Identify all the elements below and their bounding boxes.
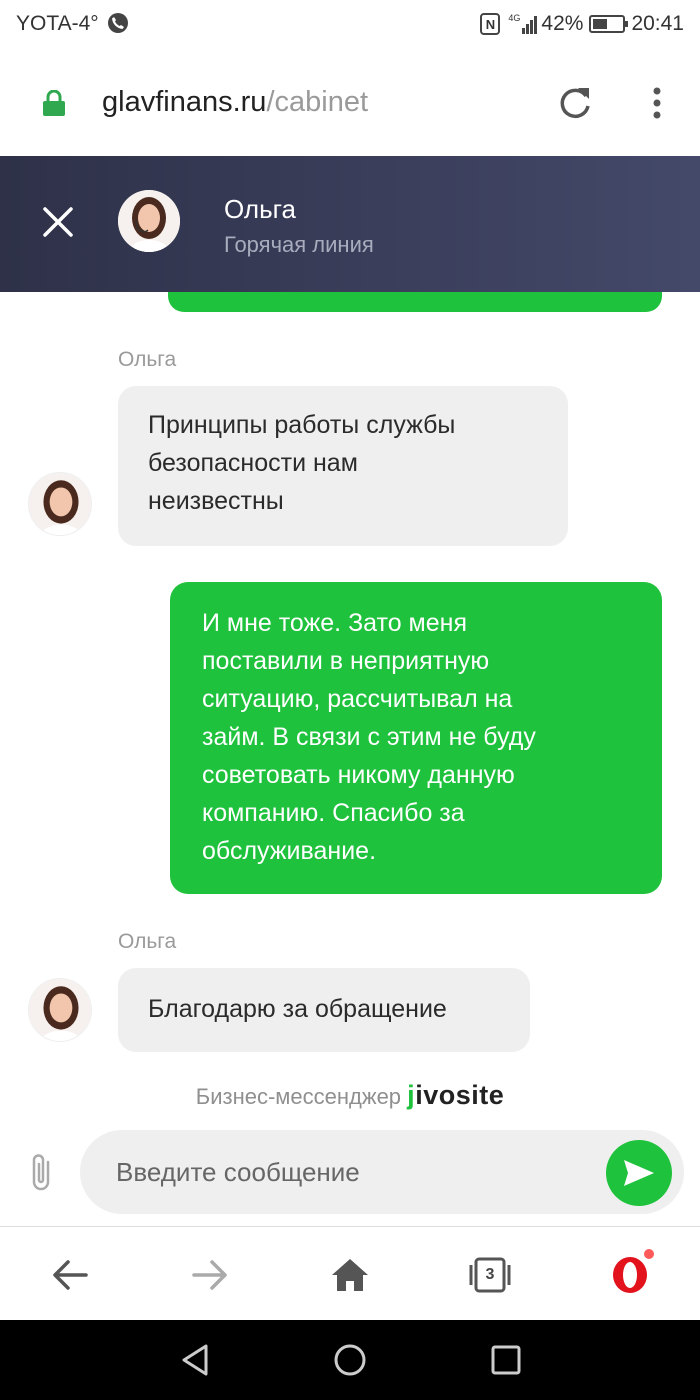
send-button[interactable] xyxy=(606,1140,672,1206)
browser-bottom-nav: 3 xyxy=(0,1226,700,1320)
incoming-message: Принципы работы службы безопасности нам … xyxy=(118,386,568,546)
message-sender: Ольга xyxy=(118,348,177,371)
message-line: обслуживание. xyxy=(202,837,377,865)
message-sender: Ольга xyxy=(118,930,177,953)
status-indicators: N 4G 42% 20:41 xyxy=(480,12,684,36)
send-icon xyxy=(624,1160,654,1186)
close-icon[interactable] xyxy=(40,204,76,240)
battery-icon xyxy=(589,15,629,33)
battery-percent: 42% xyxy=(541,12,584,35)
messenger-branding[interactable]: Бизнес-мессенджер jivosite xyxy=(0,1080,700,1111)
home-icon xyxy=(332,1259,368,1291)
agent-avatar xyxy=(28,978,92,1042)
url-path: /cabinet xyxy=(266,86,369,118)
tabs-button[interactable]: 3 xyxy=(468,1253,512,1297)
back-button[interactable] xyxy=(48,1253,92,1297)
agent-avatar xyxy=(118,190,180,252)
incoming-message: Благодарю за обращение xyxy=(118,968,530,1052)
clock: 20:41 xyxy=(631,12,684,35)
agent-name: Ольга xyxy=(224,194,297,224)
jivosite-logo: jivosite xyxy=(407,1080,504,1110)
message-input[interactable] xyxy=(80,1130,684,1214)
reload-icon[interactable] xyxy=(556,84,594,122)
message-composer xyxy=(0,1128,700,1226)
tabs-count: 3 xyxy=(485,1266,495,1283)
chat-messages: Ольга Принципы работы службы безопасност… xyxy=(0,292,700,1128)
message-line: займ. В связи с этим не буду xyxy=(202,723,536,751)
status-bar: YOTA-4° N 4G 42% 20:41 xyxy=(0,0,700,50)
nfc-icon: N xyxy=(480,13,501,35)
more-menu-icon[interactable] xyxy=(648,84,666,122)
agent-avatar xyxy=(28,472,92,536)
message-line: И мне тоже. Зато меня xyxy=(202,609,467,637)
carrier-name: YOTA-4° xyxy=(16,12,99,35)
opera-logo-icon xyxy=(613,1257,647,1293)
phone-call-icon xyxy=(108,13,128,33)
home-button[interactable] xyxy=(328,1253,372,1297)
browser-address-bar: glavfinans.ru/cabinet xyxy=(0,50,700,156)
message-line: советовать никому данную xyxy=(202,761,515,789)
notification-dot xyxy=(644,1249,654,1259)
signal-icon: 4G xyxy=(508,13,538,34)
network-type: 4G xyxy=(508,13,521,23)
message-line: Благодарю за обращение xyxy=(148,995,447,1023)
url-field[interactable]: glavfinans.ru/cabinet xyxy=(102,86,368,119)
message-line: неизвестны xyxy=(148,487,284,515)
branding-label: Бизнес-мессенджер xyxy=(195,1084,402,1109)
arrow-right-icon xyxy=(192,1260,227,1290)
message-line: безопасности нам xyxy=(148,449,358,477)
url-domain: glavfinans.ru xyxy=(102,86,267,118)
outgoing-message: И мне тоже. Зато меня поставили в неприя… xyxy=(170,582,662,894)
message-line: Принципы работы службы xyxy=(148,411,456,439)
previous-outgoing-message xyxy=(168,292,662,312)
android-home-icon[interactable] xyxy=(330,1340,370,1380)
android-navigation-bar xyxy=(0,1320,700,1400)
message-line: компанию. Спасибо за xyxy=(202,799,465,827)
android-back-icon[interactable] xyxy=(176,1340,216,1380)
paperclip-icon[interactable] xyxy=(28,1150,56,1194)
opera-menu-button[interactable] xyxy=(608,1249,654,1297)
lock-icon xyxy=(42,89,66,116)
chat-header: Ольга Горячая линия xyxy=(0,156,700,292)
logo-text: ivosite xyxy=(415,1080,505,1110)
message-line: поставили в неприятную xyxy=(202,647,490,675)
android-recents-icon[interactable] xyxy=(486,1340,526,1380)
arrow-left-icon xyxy=(53,1260,88,1290)
logo-leaf: j xyxy=(407,1080,416,1110)
forward-button[interactable] xyxy=(188,1253,232,1297)
message-line: ситуацию, рассчитывал на xyxy=(202,685,513,713)
agent-role: Горячая линия xyxy=(224,232,374,257)
